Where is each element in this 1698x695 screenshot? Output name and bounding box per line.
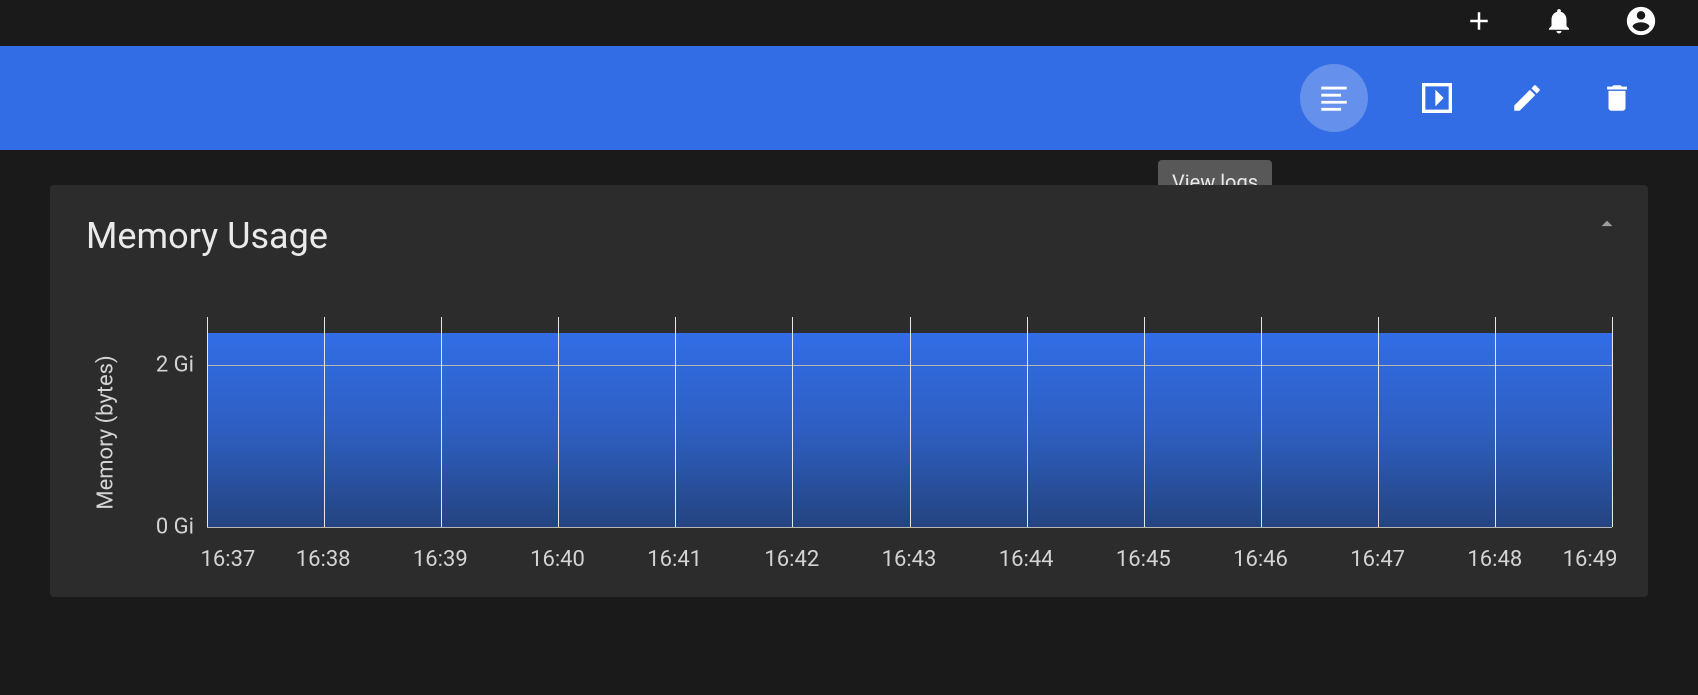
x-tick-label: 16:37 [201, 547, 256, 572]
x-tick-label: 16:45 [1116, 547, 1171, 572]
chart: Memory (bytes) 0 Gi 2 Gi 16:37 16:38 16:39 1… [86, 287, 1612, 577]
view-logs-button[interactable] [1300, 64, 1368, 132]
delete-icon [1600, 81, 1634, 115]
y-tick-label: 0 Gi [156, 515, 194, 540]
gridline-vertical [558, 317, 559, 527]
exec-button[interactable] [1416, 77, 1458, 119]
x-tick-label: 16:43 [882, 547, 937, 572]
x-axis-ticks: 16:3716:3816:3916:4016:4116:4216:4316:44… [206, 537, 1612, 577]
plot-area [206, 317, 1612, 527]
bell-icon[interactable] [1544, 6, 1574, 40]
y-axis-ticks: 0 Gi 2 Gi [126, 287, 206, 577]
gridline-vertical [1027, 317, 1028, 527]
account-icon[interactable] [1624, 4, 1658, 42]
plot-area-wrap: 16:3716:3816:3916:4016:4116:4216:4316:44… [206, 287, 1612, 577]
x-tick-label: 16:48 [1467, 547, 1522, 572]
logs-icon [1317, 81, 1351, 115]
x-tick-label: 16:40 [530, 547, 585, 572]
gridline-horizontal [207, 527, 1612, 528]
gridline-vertical [324, 317, 325, 527]
memory-usage-card: Memory Usage Memory (bytes) 0 Gi 2 Gi 16:… [50, 185, 1648, 597]
chevron-up-icon [1594, 211, 1620, 237]
card-title: Memory Usage [86, 215, 1612, 257]
x-tick-label: 16:44 [999, 547, 1054, 572]
top-app-bar [0, 0, 1698, 46]
x-tick-label: 16:49 [1563, 547, 1618, 572]
gridline-vertical [792, 317, 793, 527]
x-tick-label: 16:39 [413, 547, 468, 572]
edit-button[interactable] [1506, 77, 1548, 119]
y-axis-label: Memory (bytes) [94, 355, 119, 509]
x-tick-label: 16:46 [1233, 547, 1288, 572]
collapse-button[interactable] [1594, 211, 1620, 241]
exec-icon [1417, 78, 1457, 118]
x-tick-label: 16:38 [296, 547, 351, 572]
gridline-vertical [207, 317, 208, 527]
gridline-vertical [1144, 317, 1145, 527]
delete-button[interactable] [1596, 77, 1638, 119]
content-area: Memory Usage Memory (bytes) 0 Gi 2 Gi 16:… [0, 150, 1698, 597]
edit-icon [1510, 81, 1544, 115]
y-tick-label: 2 Gi [156, 353, 194, 378]
action-bar: View logs [0, 46, 1698, 150]
gridline-vertical [1612, 317, 1613, 527]
gridline-vertical [1261, 317, 1262, 527]
x-tick-label: 16:41 [647, 547, 702, 572]
y-axis-label-wrap: Memory (bytes) [86, 287, 126, 577]
x-tick-label: 16:42 [764, 547, 819, 572]
plus-icon[interactable] [1464, 6, 1494, 40]
gridline-vertical [910, 317, 911, 527]
gridline-vertical [1495, 317, 1496, 527]
x-tick-label: 16:47 [1350, 547, 1405, 572]
gridline-vertical [441, 317, 442, 527]
gridline-vertical [1378, 317, 1379, 527]
gridline-vertical [675, 317, 676, 527]
